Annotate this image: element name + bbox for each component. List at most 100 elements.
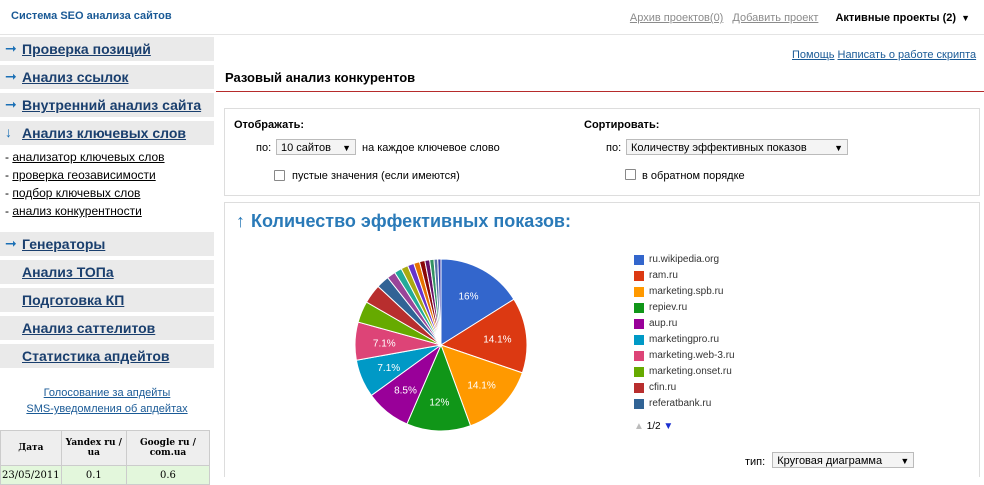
pie-chart: 16% 14.1% 14.1% 12% 8.5% 7.1% 7.1%: [355, 258, 528, 432]
table-header: Дата: [0, 430, 62, 466]
sub-item-label[interactable]: подбор ключевых слов: [12, 186, 140, 200]
reverse-order-label: в обратном порядке: [642, 170, 745, 182]
sidebar-item-label[interactable]: Анализ ключевых слов: [22, 125, 186, 141]
legend-label: ru.wikipedia.org: [649, 254, 720, 265]
sort-by-label: по:: [606, 142, 622, 154]
page-next-icon[interactable]: ▼: [663, 421, 673, 432]
table-header: Yandex ru / ua: [60, 430, 127, 466]
dropdown-arrow-icon: ▼: [834, 143, 843, 153]
page-title: Разовый анализ конкурентов: [225, 70, 416, 85]
add-project-link[interactable]: Добавить проект: [732, 12, 818, 24]
legend-swatch: [634, 383, 644, 393]
chart-type-label: тип:: [745, 456, 766, 468]
arrow-down-icon: ↓: [5, 124, 12, 140]
sub-item-label[interactable]: анализ конкурентности: [12, 204, 141, 218]
legend-label: aup.ru: [649, 318, 678, 329]
sidebar-item-label[interactable]: Статистика апдейтов: [22, 348, 170, 364]
sidebar-item-positions[interactable]: ➞ Проверка позиций: [0, 37, 214, 61]
legend-swatch: [634, 319, 644, 329]
pie-data-label: 14.1%: [467, 381, 495, 392]
legend-swatch: [634, 287, 644, 297]
table-cell: 0.1: [60, 465, 127, 485]
sidebar-item-satellites[interactable]: Анализ саттелитов: [0, 316, 214, 340]
vote-link[interactable]: Голосование за апдейты: [0, 387, 214, 399]
active-projects-menu[interactable]: Активные проекты (2): [835, 12, 956, 24]
table-header: Google ru / com.ua: [125, 430, 211, 466]
arrow-right-icon: ➞: [5, 96, 17, 112]
display-label: Отображать:: [234, 119, 305, 131]
sidebar-item-label[interactable]: Генераторы: [22, 236, 105, 252]
help-link[interactable]: Помощь: [792, 49, 835, 61]
select-value: 10 сайтов: [281, 142, 331, 154]
sms-link[interactable]: SMS-уведомления об апдейтах: [0, 403, 214, 415]
legend-label: marketingpro.ru: [649, 334, 720, 345]
top-bar: Система SEO анализа сайтов Архив проекто…: [0, 0, 984, 35]
sub-item-label[interactable]: анализатор ключевых слов: [12, 150, 164, 164]
sidebar-item-internal[interactable]: ➞ Внутренний анализ сайта: [0, 93, 214, 117]
sub-item-geo[interactable]: - проверка геозависимости: [5, 168, 156, 182]
options-panel: Отображать: по: 10 сайтов ▼ на каждое клю…: [224, 108, 980, 196]
sidebar-item-label[interactable]: Анализ ссылок: [22, 69, 129, 85]
sidebar-item-kp[interactable]: Подготовка КП: [0, 288, 214, 312]
legend-swatch: [634, 303, 644, 313]
legend-swatch: [634, 271, 644, 281]
legend-swatch: [634, 335, 644, 345]
sidebar-item-generators[interactable]: ➞ Генераторы: [0, 232, 214, 256]
legend-swatch: [634, 399, 644, 409]
write-link[interactable]: Написать о работе скрипта: [838, 49, 977, 61]
pie-data-label: 14.1%: [483, 334, 511, 345]
empty-values-label: пустые значения (если имеются): [292, 170, 460, 182]
updates-table: Дата Yandex ru / ua Google ru / com.ua 2…: [0, 430, 211, 485]
sub-item-competition[interactable]: - анализ конкурентности: [5, 204, 142, 218]
sort-select[interactable]: Количеству эффективных показов ▼: [626, 139, 848, 155]
chart-panel: ↑ Количество эффективных показов: 16% 14.1…: [224, 202, 980, 477]
archive-link[interactable]: Архив проектов(0): [630, 12, 723, 24]
chart-type-select[interactable]: Круговая диаграмма ▼: [772, 452, 915, 468]
dropdown-arrow-icon: ▼: [342, 143, 351, 153]
pie-data-label: 12%: [429, 398, 449, 409]
arrow-right-icon: ➞: [5, 68, 17, 84]
sidebar-item-updates-stats[interactable]: Статистика апдейтов: [0, 344, 214, 368]
reverse-order-checkbox[interactable]: [625, 169, 636, 180]
legend-label: marketing.web-3.ru: [649, 350, 735, 361]
sub-item-label[interactable]: проверка геозависимости: [12, 168, 155, 182]
legend-swatch: [634, 351, 644, 361]
legend-label: cfin.ru: [649, 382, 677, 393]
sidebar-item-label[interactable]: Проверка позиций: [22, 41, 151, 57]
caret-down-icon[interactable]: ▼: [961, 13, 970, 23]
legend-swatch: [634, 367, 644, 377]
arrow-right-icon: ➞: [5, 40, 17, 56]
pie-data-label: 7.1%: [373, 338, 396, 349]
sidebar-item-links[interactable]: ➞ Анализ ссылок: [0, 65, 214, 89]
pie-data-label: 8.5%: [394, 385, 417, 396]
legend-label: ram.ru: [649, 270, 678, 281]
sidebar-item-label[interactable]: Внутренний анализ сайта: [22, 97, 201, 113]
table-cell: 0.6: [125, 465, 211, 485]
empty-values-checkbox[interactable]: [274, 170, 285, 181]
sort-label: Сортировать:: [584, 119, 660, 131]
table-cell: 23/05/2011: [0, 465, 62, 485]
sidebar-item-label[interactable]: Анализ ТОПа: [22, 264, 114, 280]
chart-title-text: Количество эффективных показов:: [251, 211, 571, 231]
sub-item-keyword-select[interactable]: - подбор ключевых слов: [5, 186, 140, 200]
legend-pager: ▲ 1/2 ▼: [634, 421, 673, 432]
chart-type-control: тип: Круговая диаграмма ▼: [745, 452, 915, 469]
sub-item-keyword-analyzer[interactable]: - анализатор ключевых слов: [5, 150, 165, 164]
legend-swatch: [634, 255, 644, 265]
sidebar-item-keywords[interactable]: ↓ Анализ ключевых слов: [0, 121, 214, 145]
pie-data-label: 7.1%: [377, 363, 400, 374]
sidebar-item-label[interactable]: Анализ саттелитов: [22, 320, 155, 336]
arrow-right-icon: ➞: [5, 235, 17, 251]
display-by-label: по:: [256, 142, 272, 154]
sidebar-item-top-analysis[interactable]: Анализ ТОПа: [0, 260, 214, 284]
sidebar: ➞ Проверка позиций ➞ Анализ ссылок ➞ Вну…: [0, 34, 214, 485]
dropdown-arrow-icon: ▼: [900, 456, 910, 466]
legend-label: marketing.spb.ru: [649, 286, 724, 297]
sidebar-item-label[interactable]: Подготовка КП: [22, 292, 124, 308]
title-divider: [216, 91, 984, 92]
page-prev-icon[interactable]: ▲: [634, 421, 644, 432]
site-logo[interactable]: Система SEO анализа сайтов: [11, 10, 172, 22]
top-links: Архив проектов(0) Добавить проект Активн…: [628, 12, 970, 24]
pager-text: 1/2: [646, 421, 661, 432]
display-count-select[interactable]: 10 сайтов ▼: [276, 139, 356, 155]
